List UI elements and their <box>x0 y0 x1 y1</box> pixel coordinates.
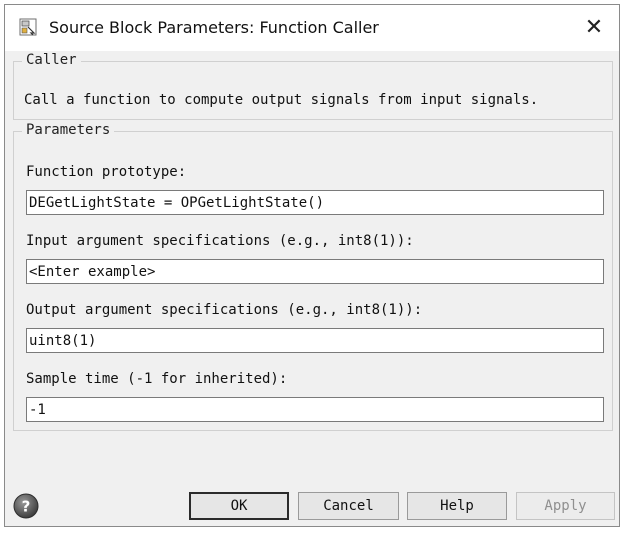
output-args-field[interactable]: uint8(1) <box>26 328 604 353</box>
window-title: Source Block Parameters: Function Caller <box>49 18 379 37</box>
parameters-legend: Parameters <box>22 122 115 138</box>
sample-time-label: Sample time (-1 for inherited): <box>26 371 288 387</box>
input-args-label: Input argument specifications (e.g., int… <box>26 233 414 249</box>
sample-time-field[interactable]: -1 <box>26 397 604 422</box>
close-icon[interactable]: ✕ <box>581 14 607 40</box>
parameters-group: Parameters Function prototype: DEGetLigh… <box>13 122 613 431</box>
output-args-label: Output argument specifications (e.g., in… <box>26 302 423 318</box>
apply-button[interactable]: Apply <box>516 492 615 520</box>
function-prototype-label: Function prototype: <box>26 164 187 180</box>
caller-group: Caller Call a function to compute output… <box>13 52 613 120</box>
ok-button[interactable]: OK <box>189 492 289 520</box>
input-args-field[interactable]: <Enter example> <box>26 259 604 284</box>
block-parameters-icon <box>19 18 37 36</box>
dialog-window: Source Block Parameters: Function Caller… <box>4 4 620 527</box>
help-question-icon[interactable]: ? <box>13 493 39 519</box>
caller-description: Call a function to compute output signal… <box>24 92 539 108</box>
title-bar: Source Block Parameters: Function Caller… <box>5 5 619 51</box>
function-prototype-field[interactable]: DEGetLightState = OPGetLightState() <box>26 190 604 215</box>
caller-legend: Caller <box>22 52 81 68</box>
help-button[interactable]: Help <box>407 492 507 520</box>
cancel-button[interactable]: Cancel <box>298 492 399 520</box>
svg-text:?: ? <box>22 498 31 516</box>
